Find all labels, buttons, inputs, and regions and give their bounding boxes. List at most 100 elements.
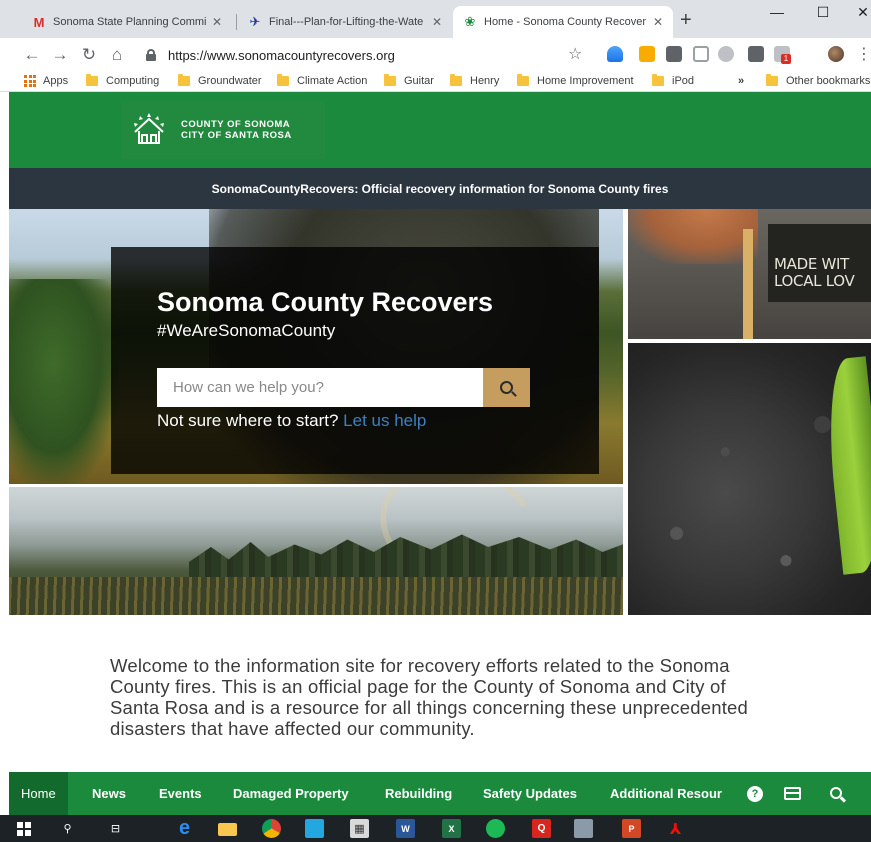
extension-badge: 1 [781,54,791,64]
app-icon[interactable] [305,819,324,838]
back-icon[interactable]: ← [22,45,42,65]
q-app-icon[interactable]: Q [532,819,551,838]
new-tab-button[interactable]: + [680,9,692,32]
s-extension-icon[interactable] [666,46,682,62]
hero-search-input[interactable] [157,368,482,407]
tab-home[interactable]: ❀ Home - Sonoma County Recover ✕ [453,6,673,38]
network-app-icon[interactable] [574,819,593,838]
cloud-extension-icon[interactable] [607,46,623,62]
nav-rebuilding[interactable]: Rebuilding [385,772,452,815]
sign-line-2: LOCAL LOV [774,272,855,290]
bookmark-climate-action[interactable]: Climate Action [277,74,368,87]
close-window-icon[interactable]: ✕ [853,4,871,21]
bookmark-home-improvement[interactable]: Home Improvement [517,74,634,87]
hero-search-button[interactable] [483,368,530,407]
powerpoint-icon[interactable]: P [622,819,641,838]
hero-search-box [157,368,530,407]
document-icon: ✈ [249,14,261,29]
close-tab-icon[interactable]: ✕ [653,15,663,29]
word-icon[interactable]: W [396,819,415,838]
maximize-icon[interactable]: ☐ [813,4,833,21]
bookmark-henry[interactable]: Henry [450,74,499,87]
tab-strip: M Sonoma State Planning Commiss ✕ ✈ Fina… [0,0,871,38]
tab-plan[interactable]: ✈ Final---Plan-for-Lifting-the-Wate ✕ [238,6,452,38]
nav-events[interactable]: Events [159,772,202,815]
notes-extension-icon[interactable] [639,46,655,62]
taskbar-search-icon[interactable]: ⚲ [58,819,77,838]
hero-help-text: Not sure where to start? Let us help [157,411,426,431]
hero-title: Sonoma County Recovers [157,287,494,317]
bookmark-guitar[interactable]: Guitar [384,74,434,87]
hero-hashtag: #WeAreSonomaCounty [157,321,336,340]
bookmark-label: iPod [672,75,695,87]
profile-avatar[interactable] [828,46,844,62]
forest-shape [9,279,119,484]
let-us-help-link[interactable]: Let us help [343,411,426,430]
reload-icon[interactable]: ↻ [79,45,99,65]
nav-search-icon[interactable] [830,786,848,804]
acrobat-icon[interactable]: ⅄ [666,819,685,838]
welcome-paragraph: Welcome to the information site for reco… [110,655,749,739]
site-banner: SonomaCountyRecovers: Official recovery … [9,168,871,209]
close-tab-icon[interactable]: ✕ [432,15,442,29]
hero-overlay: Sonoma County Recovers #WeAreSonomaCount… [111,247,599,474]
url-text: https://www.sonomacountyrecovers.org [168,47,395,63]
made-with-love-image: MADE WIT LOCAL LOV [628,209,871,339]
bookmark-label: Climate Action [297,75,368,87]
tab-title: Home - Sonoma County Recover [484,16,647,28]
camera-extension-icon[interactable] [748,46,764,62]
eye-extension-icon[interactable] [718,46,734,62]
tab-gmail[interactable]: M Sonoma State Planning Commiss ✕ [22,6,232,38]
tab-title: Sonoma State Planning Commiss [53,16,206,28]
browser-toolbar: ← → ↻ ⌂ https://www.sonomacountyrecovers… [0,38,871,72]
treeline-shape [189,534,623,582]
help-icon[interactable]: ? [747,786,765,804]
close-tab-icon[interactable]: ✕ [212,15,222,29]
tab-separator [236,14,237,30]
house-logo-icon [134,113,164,144]
bookmark-computing[interactable]: Computing [86,74,159,87]
folder-icon [86,74,98,86]
bookmarks-overflow[interactable]: » [738,75,744,87]
bookmark-label: Apps [43,75,69,87]
forward-icon[interactable]: → [50,45,70,65]
help-icon-glyph: ? [747,786,763,802]
spotify-icon[interactable] [486,819,505,838]
folder-icon [277,74,289,86]
chrome-icon[interactable] [262,819,281,838]
windows-start-icon[interactable] [14,819,33,838]
dropbox-extension-icon[interactable] [693,46,709,62]
bookmark-star-icon[interactable]: ☆ [568,44,582,64]
bookmark-other[interactable]: Other bookmarks [766,74,870,87]
nav-home[interactable]: Home [9,772,68,815]
address-bar[interactable]: https://www.sonomacountyrecovers.org [132,43,602,67]
file-explorer-icon[interactable] [218,823,237,836]
apps-grid-icon [24,75,36,87]
bookmark-apps[interactable]: Apps [24,75,68,87]
calculator-icon[interactable]: ▦ [350,819,369,838]
task-view-icon[interactable]: ⊟ [106,819,125,838]
nav-additional-resources[interactable]: Additional Resour [610,772,738,815]
bookmark-groundwater[interactable]: Groundwater [178,74,262,87]
bookmarks-bar: Apps Computing Groundwater Climate Actio… [0,72,871,92]
edge-icon[interactable]: e [175,817,194,839]
browser-window: M Sonoma State Planning Commiss ✕ ✈ Fina… [0,0,871,842]
sprout-image [628,343,871,615]
nav-safety-updates[interactable]: Safety Updates [483,772,577,815]
menu-icon[interactable]: ⋮ [856,44,871,64]
nav-damaged-property[interactable]: Damaged Property [233,772,349,815]
windows-taskbar: ⚲ ⊟ e ▦ W X Q P ⅄ [0,815,871,842]
bookmark-ipod[interactable]: iPod [652,74,695,87]
tab-title: Final---Plan-for-Lifting-the-Wate [269,16,424,28]
folder-icon [652,74,664,86]
bookmark-label: Guitar [404,75,434,87]
minimize-icon[interactable]: — [767,4,787,20]
vineyard-shape [9,577,623,615]
search-icon [500,381,513,394]
vineyard-rainbow-image [9,487,623,615]
payment-card-icon[interactable] [784,785,802,803]
excel-icon[interactable]: X [442,819,461,838]
nav-news[interactable]: News [92,772,126,815]
site-logo[interactable]: COUNTY OF SONOMA CITY OF SANTA ROSA [121,101,325,159]
home-icon[interactable]: ⌂ [107,45,127,65]
